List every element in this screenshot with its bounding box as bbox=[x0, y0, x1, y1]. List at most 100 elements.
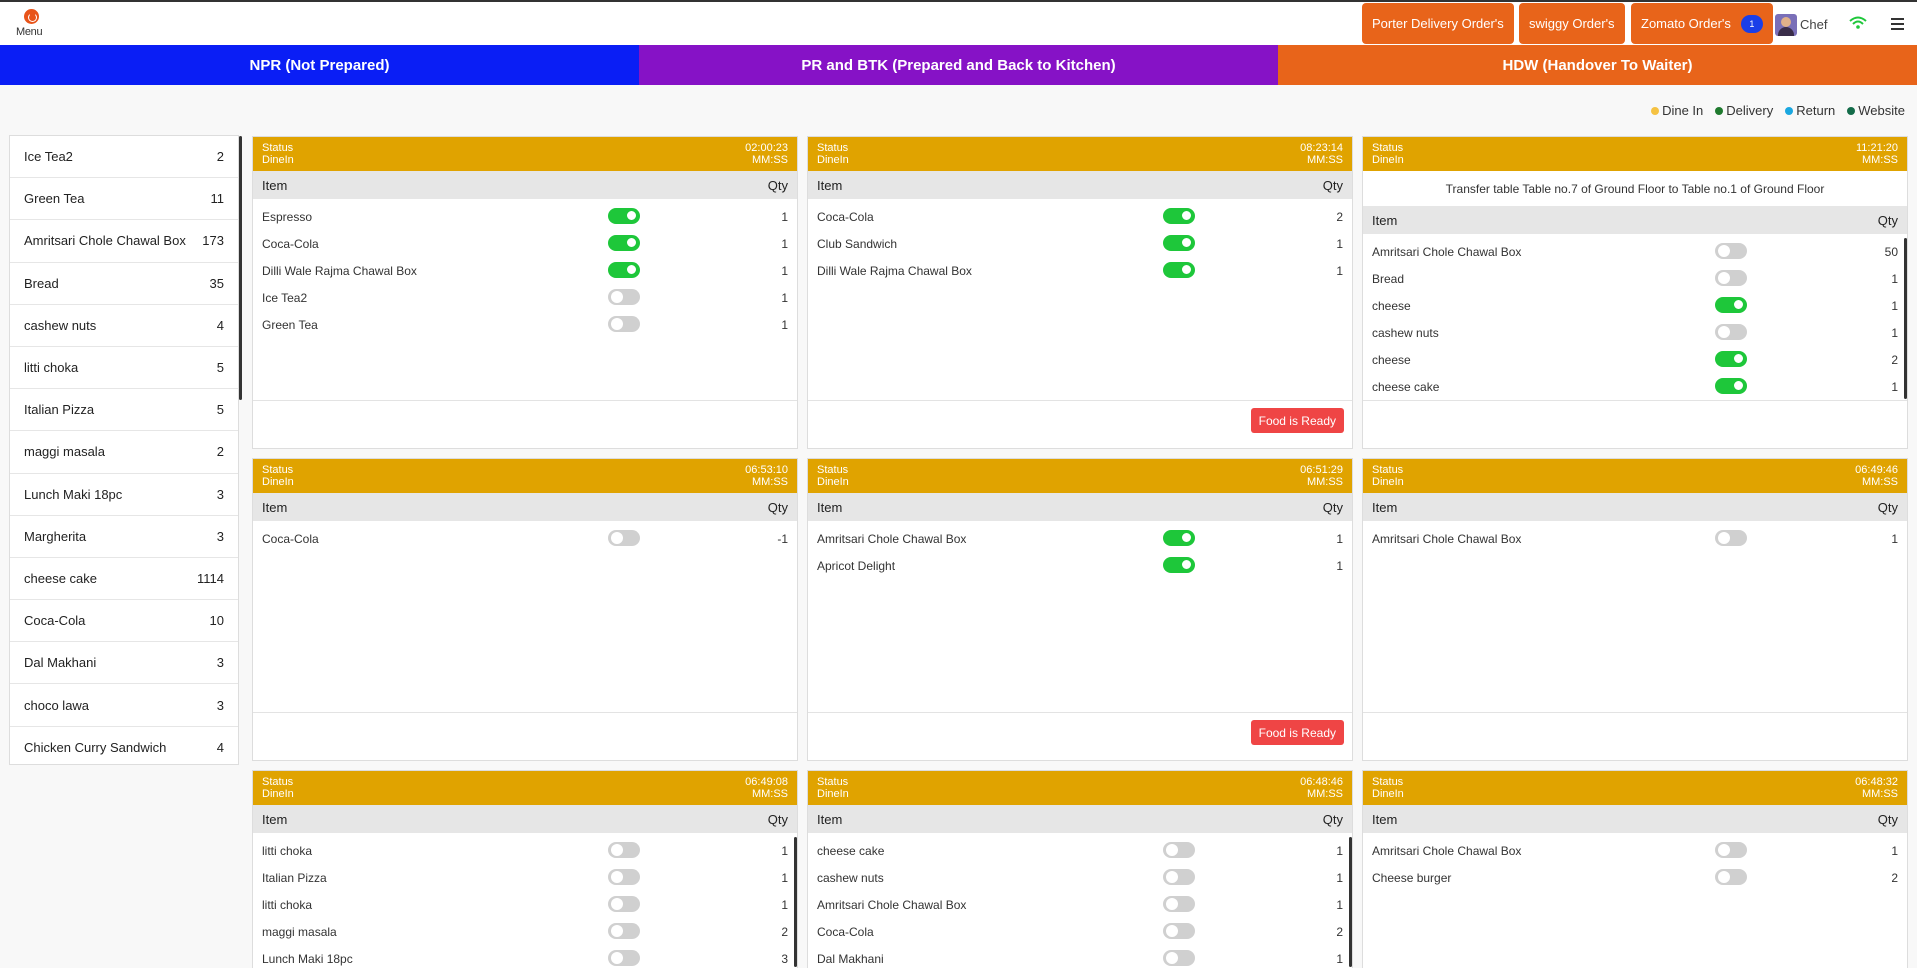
list-item[interactable]: Amritsari Chole Chawal Box 173 bbox=[10, 220, 238, 263]
qty-column-label: Qty bbox=[1322, 811, 1343, 827]
prepared-toggle[interactable] bbox=[1715, 297, 1747, 313]
prepared-toggle[interactable] bbox=[608, 235, 640, 251]
table-row: Club Sandwich 1 bbox=[808, 230, 1352, 257]
order-card-footer: Food is Ready bbox=[808, 400, 1352, 448]
order-type: DineIn bbox=[1372, 476, 1404, 488]
hamburger-menu-icon[interactable] bbox=[1891, 18, 1904, 30]
prepared-toggle[interactable] bbox=[1163, 923, 1195, 939]
list-item[interactable]: Dal Makhani 3 bbox=[10, 642, 238, 685]
list-item[interactable]: choco lawa 3 bbox=[10, 684, 238, 727]
prepared-toggle[interactable] bbox=[1715, 842, 1747, 858]
prepared-toggle[interactable] bbox=[1715, 243, 1747, 259]
prepared-toggle[interactable] bbox=[1163, 208, 1195, 224]
prepared-toggle[interactable] bbox=[1163, 842, 1195, 858]
avatar[interactable] bbox=[1775, 14, 1797, 36]
prepared-toggle[interactable] bbox=[608, 842, 640, 858]
list-item[interactable]: Ice Tea2 2 bbox=[10, 136, 238, 179]
item-column-label: Item bbox=[262, 177, 288, 193]
order-card-header: Status DineIn 06:49:08 MM:SS bbox=[253, 771, 797, 805]
prepared-toggle[interactable] bbox=[1163, 557, 1195, 573]
prepared-toggle[interactable] bbox=[1715, 351, 1747, 367]
prepared-toggle[interactable] bbox=[1163, 262, 1195, 278]
table-row: Dilli Wale Rajma Chawal Box 1 bbox=[253, 257, 797, 284]
summary-item-count: 3 bbox=[216, 528, 224, 544]
order-item-name: Dal Makhani bbox=[817, 951, 884, 966]
list-item[interactable]: Coca-Cola 10 bbox=[10, 600, 238, 643]
prepared-toggle[interactable] bbox=[1163, 896, 1195, 912]
summary-scrollbar[interactable] bbox=[239, 136, 242, 400]
top-bar: Menu Porter Delivery Order's swiggy Orde… bbox=[0, 0, 1917, 45]
order-item-name: cheese cake bbox=[817, 843, 885, 858]
order-timer: 06:49:08 bbox=[745, 776, 788, 788]
porter-orders-button[interactable]: Porter Delivery Order's bbox=[1362, 3, 1514, 44]
wifi-icon bbox=[1849, 16, 1867, 29]
prepared-toggle[interactable] bbox=[608, 530, 640, 546]
tab-not-prepared[interactable]: NPR (Not Prepared) bbox=[0, 45, 639, 85]
list-item[interactable]: maggi masala 2 bbox=[10, 431, 238, 474]
prepared-toggle[interactable] bbox=[608, 208, 640, 224]
prepared-toggle[interactable] bbox=[1715, 530, 1747, 546]
order-item-qty: 3 bbox=[781, 951, 788, 966]
prepared-toggle[interactable] bbox=[608, 923, 640, 939]
list-item[interactable]: Lunch Maki 18pc 3 bbox=[10, 474, 238, 516]
timer-unit: MM:SS bbox=[1306, 154, 1343, 166]
summary-item-name: Italian Pizza bbox=[24, 402, 95, 418]
qty-column-label: Qty bbox=[767, 499, 788, 515]
tab-handover-to-waiter[interactable]: HDW (Handover To Waiter) bbox=[1278, 45, 1917, 85]
order-item-qty: 1 bbox=[1891, 531, 1898, 546]
timer-unit: MM:SS bbox=[1861, 476, 1898, 488]
list-item[interactable]: cheese cake 1114 bbox=[10, 558, 238, 601]
order-item-qty: 1 bbox=[1336, 531, 1343, 546]
prepared-toggle[interactable] bbox=[1163, 235, 1195, 251]
user-role[interactable]: Chef bbox=[1800, 17, 1827, 32]
order-item-name: cashew nuts bbox=[817, 870, 884, 885]
prepared-toggle[interactable] bbox=[608, 869, 640, 885]
zomato-orders-button[interactable]: Zomato Order's 1 bbox=[1631, 3, 1773, 44]
prepared-toggle[interactable] bbox=[608, 950, 640, 966]
qty-column-label: Qty bbox=[1877, 212, 1898, 228]
list-item[interactable]: Italian Pizza 5 bbox=[10, 389, 238, 432]
legend-item: Return bbox=[1785, 103, 1835, 118]
prepared-toggle[interactable] bbox=[1715, 378, 1747, 394]
prepared-toggle[interactable] bbox=[1163, 869, 1195, 885]
table-row: Coca-Cola 1 bbox=[253, 230, 797, 257]
list-item[interactable]: Bread 35 bbox=[10, 263, 238, 305]
tab-prepared-back-to-kitchen[interactable]: PR and BTK (Prepared and Back to Kitchen… bbox=[639, 45, 1278, 85]
order-items-scrollbar[interactable] bbox=[1904, 238, 1907, 399]
order-item-qty: 2 bbox=[1891, 352, 1898, 367]
prepared-toggle[interactable] bbox=[608, 896, 640, 912]
menu-logo[interactable]: Menu bbox=[14, 9, 48, 41]
qty-column-label: Qty bbox=[1322, 499, 1343, 515]
list-item[interactable]: cashew nuts 4 bbox=[10, 305, 238, 347]
order-item-name: Dilli Wale Rajma Chawal Box bbox=[817, 263, 972, 278]
order-card: Status DineIn 06:53:10 MM:SS Item Qty Coca-Col… bbox=[252, 458, 798, 761]
prepared-toggle[interactable] bbox=[608, 262, 640, 278]
prepared-toggle[interactable] bbox=[608, 316, 640, 332]
order-card: Status DineIn 08:23:14 MM:SS Item Qty Coca-Col… bbox=[807, 136, 1353, 449]
food-ready-button[interactable]: Food is Ready bbox=[1250, 720, 1344, 745]
summary-item-name: Amritsari Chole Chawal Box bbox=[24, 233, 186, 249]
prepared-toggle[interactable] bbox=[1715, 270, 1747, 286]
order-items-scrollbar[interactable] bbox=[794, 837, 797, 967]
prepared-toggle[interactable] bbox=[1715, 869, 1747, 885]
order-timer: 11:21:20 bbox=[1855, 142, 1898, 154]
order-type: DineIn bbox=[1372, 788, 1404, 800]
prepared-toggle[interactable] bbox=[608, 289, 640, 305]
order-card-footer bbox=[1363, 400, 1907, 448]
summary-item-count: 2 bbox=[216, 149, 224, 165]
swiggy-orders-button[interactable]: swiggy Order's bbox=[1519, 3, 1625, 44]
order-items: Amritsari Chole Chawal Box 1 Apricot Delig… bbox=[808, 521, 1352, 711]
prepared-toggle[interactable] bbox=[1715, 324, 1747, 340]
order-item-name: Amritsari Chole Chawal Box bbox=[1372, 531, 1522, 546]
status-label: Status bbox=[817, 776, 849, 788]
prepared-toggle[interactable] bbox=[1163, 530, 1195, 546]
list-item[interactable]: Margherita 3 bbox=[10, 516, 238, 558]
order-items-scrollbar[interactable] bbox=[1349, 837, 1352, 967]
summary-item-name: Green Tea bbox=[24, 191, 85, 207]
list-item[interactable]: Chicken Curry Sandwich 4 bbox=[10, 727, 238, 764]
summary-item-name: Dal Makhani bbox=[24, 655, 97, 671]
list-item[interactable]: Green Tea 11 bbox=[10, 178, 238, 221]
food-ready-button[interactable]: Food is Ready bbox=[1250, 408, 1344, 433]
prepared-toggle[interactable] bbox=[1163, 950, 1195, 966]
list-item[interactable]: litti choka 5 bbox=[10, 347, 238, 390]
